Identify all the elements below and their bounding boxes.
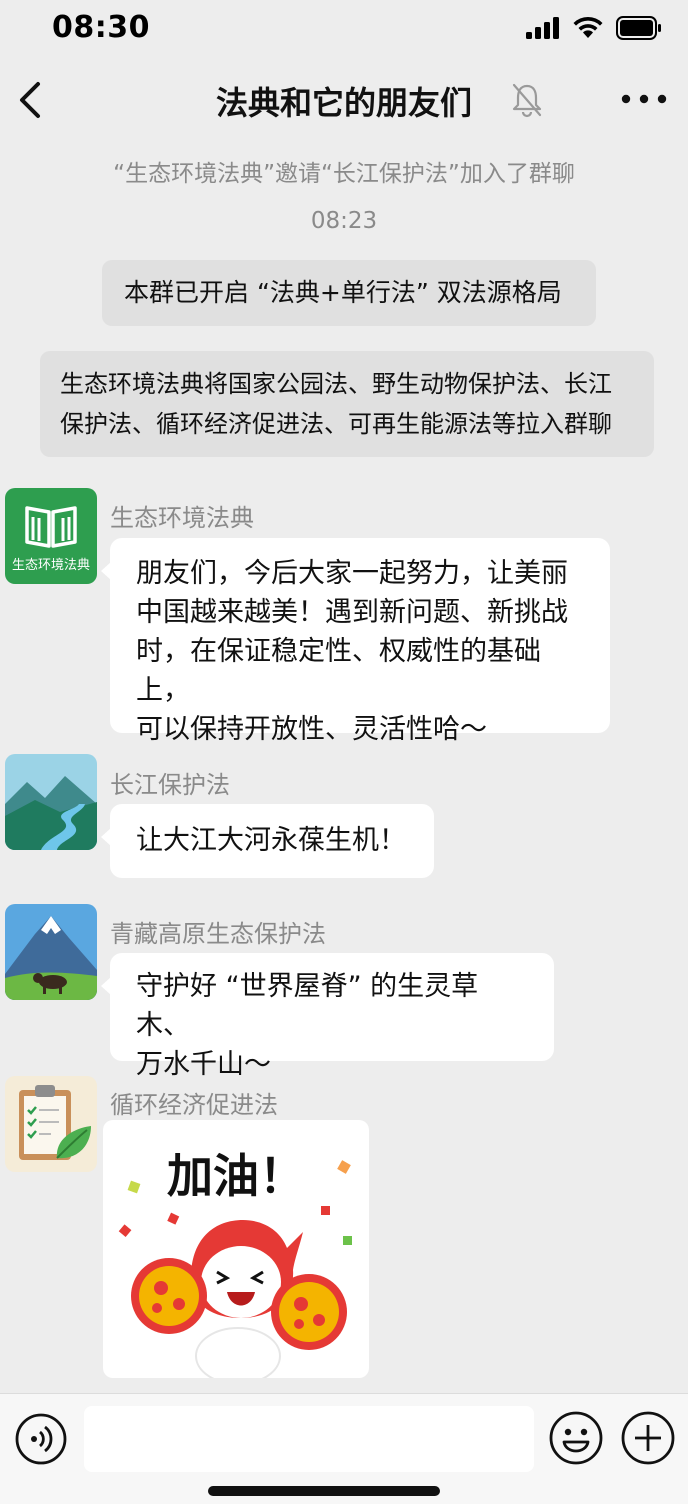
system-icons — [526, 16, 662, 40]
message-line: 让大江大河永葆生机！ — [136, 825, 406, 856]
chat-screen: 08:30 法典和它的朋友们 “生态环境法典”邀请“长江保护法”加入了群聊 08… — [0, 0, 688, 1504]
message-line: 时，在保证稳定性、权威性的基础上， — [136, 636, 541, 706]
message-line: 守护好 “世界屋脊” 的生灵草木、 — [136, 971, 479, 1041]
more-icon[interactable] — [620, 84, 668, 114]
message-bubble[interactable]: 让大江大河永葆生机！ — [101, 804, 434, 878]
message-bubble[interactable]: 朋友们，今后大家一起努力，让美丽 中国越来越美！遇到新问题、新挑战 时，在保证稳… — [101, 538, 610, 745]
signal-icon — [526, 17, 559, 39]
message-line: 可以保持开放性、灵活性哈～ — [136, 714, 487, 745]
sticker-message[interactable]: 加油！ — [103, 1120, 369, 1378]
status-time: 08:30 — [52, 10, 150, 45]
message-timestamp: 08:23 — [310, 208, 378, 234]
group-notice: 生态环境法典将国家公园法、野生动物保护法、长江 保护法、循环经济促进法、可再生能… — [40, 351, 654, 457]
sender-name: 循环经济促进法 — [110, 1091, 278, 1119]
chat-title: 法典和它的朋友们 — [0, 78, 688, 124]
plus-icon[interactable] — [620, 1410, 676, 1466]
message-line: 中国越来越美！遇到新问题、新挑战 — [136, 597, 568, 628]
clipboard-leaf-icon — [19, 1085, 91, 1160]
group-notice-line: 保护法、循环经济促进法、可再生能源法等拉入群聊 — [60, 410, 612, 438]
message-line: 朋友们，今后大家一起努力，让美丽 — [136, 558, 568, 589]
wifi-icon — [573, 16, 603, 38]
battery-icon — [616, 16, 661, 40]
voice-icon[interactable] — [14, 1412, 68, 1466]
status-bar: 08:30 — [0, 0, 688, 58]
message-bubble[interactable]: 守护好 “世界屋脊” 的生灵草木、 万水千山～ — [101, 953, 554, 1080]
river-landscape-icon — [5, 754, 97, 850]
message-line: 万水千山～ — [136, 1049, 271, 1080]
sender-name: 青藏高原生态保护法 — [110, 920, 326, 948]
avatar-caption: 生态环境法典 — [11, 558, 90, 573]
input-bar — [0, 1393, 688, 1504]
sender-name: 生态环境法典 — [110, 504, 254, 532]
invite-notice: “生态环境法典”邀请“长江保护法”加入了群聊 — [113, 161, 575, 187]
mountain-yak-icon — [5, 904, 97, 1000]
avatar-yangtze[interactable] — [5, 754, 97, 850]
group-announcement-text: 本群已开启 “法典+单行法” 双法源格局 — [124, 278, 562, 307]
navigation-bar: 法典和它的朋友们 — [0, 58, 688, 142]
mute-bell-icon[interactable] — [510, 82, 544, 118]
chat-title-text: 法典和它的朋友们 — [215, 84, 472, 122]
cheer-mascot-icon — [118, 1160, 352, 1378]
avatar-circular-economy[interactable] — [5, 1076, 97, 1172]
message-input[interactable] — [84, 1406, 534, 1472]
emoji-icon[interactable] — [548, 1410, 604, 1466]
avatar-codex[interactable]: 生态环境法典 — [5, 488, 97, 584]
avatar-plateau[interactable] — [5, 904, 97, 1000]
group-notice-line: 生态环境法典将国家公园法、野生动物保护法、长江 — [60, 370, 612, 398]
home-indicator[interactable] — [208, 1486, 440, 1496]
sender-name: 长江保护法 — [110, 771, 230, 799]
group-announcement: 本群已开启 “法典+单行法” 双法源格局 — [102, 260, 596, 326]
